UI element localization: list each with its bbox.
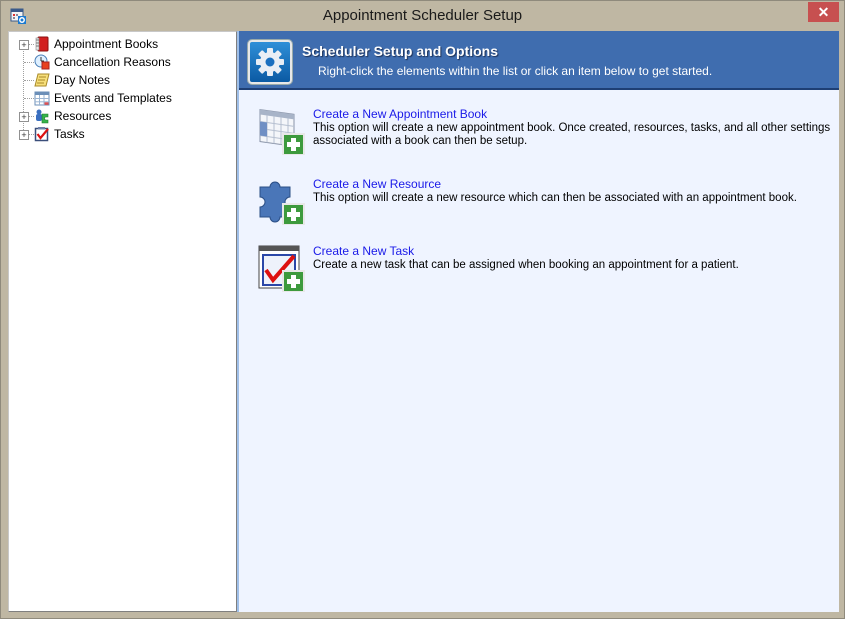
new-appointment-book-icon[interactable] <box>256 107 306 155</box>
tree-item-appointment-books[interactable]: + Appointment Books <box>9 35 229 53</box>
setup-tree[interactable]: + Appointment Books Cancellation Reasons <box>8 31 237 612</box>
option-description: This option will create a new appointmen… <box>313 122 831 147</box>
tree-branch-line <box>24 80 34 81</box>
notepad-icon <box>34 73 50 87</box>
title-bar[interactable]: Appointment Scheduler Setup ✕ <box>1 1 844 30</box>
tree-item-tasks[interactable]: + Tasks <box>9 125 229 143</box>
create-resource-link[interactable]: Create a New Resource <box>313 177 441 191</box>
tree-item-label: Resources <box>54 109 112 123</box>
tree-item-label: Day Notes <box>54 73 111 87</box>
close-button[interactable]: ✕ <box>808 2 839 22</box>
option-description: This option will create a new resource w… <box>313 192 797 204</box>
gear-icon <box>256 48 284 76</box>
cancel-clock-icon <box>34 54 50 70</box>
expand-toggle[interactable]: + <box>19 112 29 122</box>
checkbox-task-icon <box>34 127 49 142</box>
tree-branch-line <box>24 98 34 99</box>
new-resource-icon[interactable] <box>256 177 306 225</box>
close-icon: ✕ <box>817 4 830 20</box>
tree-item-resources[interactable]: + Resources <box>9 107 229 125</box>
expand-toggle[interactable]: + <box>19 130 29 140</box>
tree-item-label: Cancellation Reasons <box>54 55 171 69</box>
header-title: Scheduler Setup and Options <box>302 43 499 59</box>
create-task-link[interactable]: Create a New Task <box>313 244 414 258</box>
header-subtitle: Right-click the elements within the list… <box>318 64 713 78</box>
tree-item-label: Appointment Books <box>54 37 159 51</box>
puzzle-people-icon <box>36 109 49 124</box>
option-description: Create a new task that can be assigned w… <box>313 259 739 271</box>
window-title: Appointment Scheduler Setup <box>322 7 523 24</box>
tree-item-cancellation-reasons[interactable]: Cancellation Reasons <box>9 53 229 71</box>
calendar-grid-icon <box>34 91 50 106</box>
create-appointment-book-link[interactable]: Create a New Appointment Book <box>313 107 487 121</box>
app-window: Appointment Scheduler Setup ✕ + Appointm… <box>0 0 845 619</box>
tree-item-label: Tasks <box>54 127 85 141</box>
tree-branch-line <box>24 62 34 63</box>
tree-item-day-notes[interactable]: Day Notes <box>9 71 229 89</box>
setup-options-panel: Scheduler Setup and Options Right-click … <box>239 31 839 612</box>
red-book-icon <box>35 36 49 52</box>
expand-toggle[interactable]: + <box>19 40 29 50</box>
tree-item-events-and-templates[interactable]: Events and Templates <box>9 89 229 107</box>
tree-item-label: Events and Templates <box>54 91 172 105</box>
new-task-icon[interactable] <box>256 244 306 292</box>
gear-icon-box <box>248 40 292 84</box>
header-band: Scheduler Setup and Options Right-click … <box>239 31 839 90</box>
